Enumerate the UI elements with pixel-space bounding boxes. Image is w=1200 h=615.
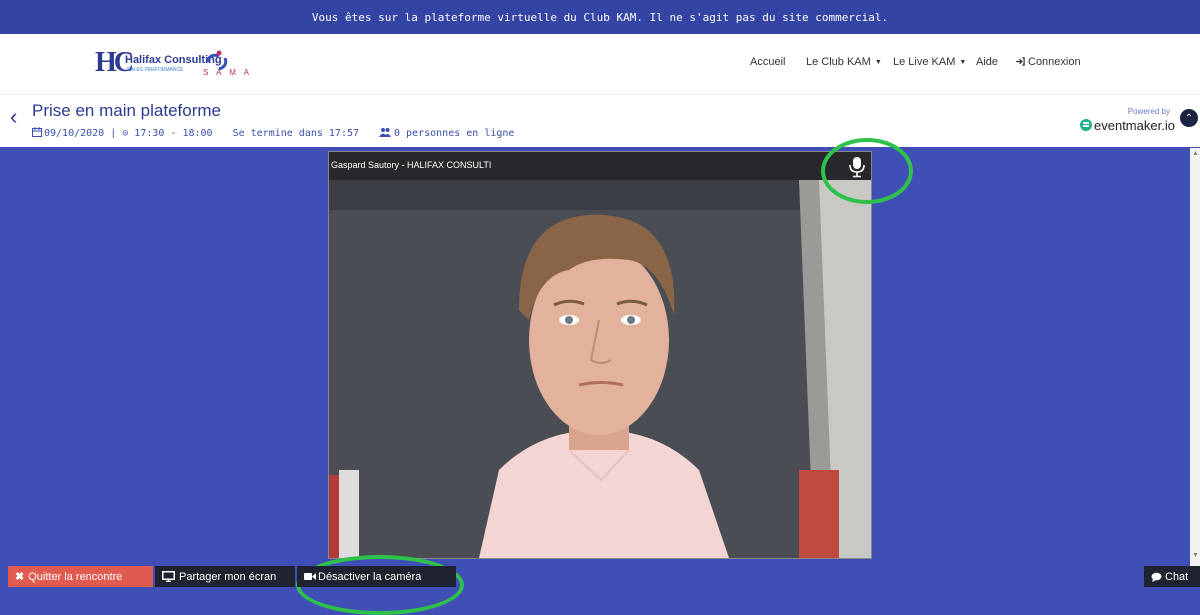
camera-feed xyxy=(329,180,871,558)
back-chevron-icon[interactable]: ‹ xyxy=(10,106,17,128)
banner-text: Vous êtes sur la plateforme virtuelle du… xyxy=(311,10,889,24)
chevron-up-icon: ⌃ xyxy=(1184,112,1194,124)
event-ends-in: Se termine dans 17:57 xyxy=(232,128,360,139)
users-icon xyxy=(379,128,392,137)
event-info-bar: ‹ Prise en main plateforme 09/10/2020 | … xyxy=(0,94,1200,147)
nav-live-kam[interactable]: Le Live KAM ▼ xyxy=(893,56,966,68)
caret-down-icon: ▼ xyxy=(874,59,882,66)
event-title: Prise en main plateforme xyxy=(32,101,221,120)
share-label: Partager mon écran xyxy=(179,570,277,583)
chat-button[interactable]: Chat xyxy=(1144,566,1200,587)
event-date-time: 09/10/2020 | ⊙ 17:30 - 18:00 xyxy=(44,128,213,139)
participant-name: Gaspard Sautory - HALIFAX CONSULTI xyxy=(331,160,492,170)
top-navbar: HC Halifax Consulting SALES PERFORMANCE … xyxy=(0,34,1200,94)
nav-help[interactable]: Aide xyxy=(976,56,998,68)
scroll-down-icon[interactable]: ▼ xyxy=(1192,552,1199,559)
online-count: 0 personnes en ligne xyxy=(394,128,515,139)
powered-label: Powered by xyxy=(1127,107,1170,116)
caret-down-icon: ▼ xyxy=(959,59,967,66)
platform-notice-banner: Vous êtes sur la plateforme virtuelle du… xyxy=(0,0,1200,34)
toggle-camera-button[interactable]: Désactiver la caméra xyxy=(297,566,456,587)
chat-bubble-icon xyxy=(1151,572,1162,582)
nav-club-kam[interactable]: Le Club KAM ▼ xyxy=(806,56,882,68)
microphone-icon[interactable] xyxy=(847,156,867,178)
camera-label: Désactiver la caméra xyxy=(318,570,422,583)
close-icon: ✖ xyxy=(15,571,25,583)
video-camera-icon xyxy=(304,573,316,580)
eventmaker-icon xyxy=(1080,119,1092,131)
nav-live-label: Le Live KAM xyxy=(893,56,956,68)
sign-in-icon xyxy=(1016,57,1025,66)
nav-club-label: Le Club KAM xyxy=(806,56,871,68)
powered-by[interactable]: Powered by eventmaker.io xyxy=(1080,107,1175,133)
quit-label: Quitter la rencontre xyxy=(28,570,123,583)
video-tile: Gaspard Sautory - HALIFAX CONSULTI xyxy=(328,151,872,559)
eventmaker-brand: eventmaker.io xyxy=(1094,118,1175,133)
eventmaker-logo: eventmaker.io xyxy=(1080,118,1175,133)
nav-login-label: Connexion xyxy=(1028,56,1081,68)
monitor-icon xyxy=(162,571,175,582)
event-meta: 09/10/2020 | ⊙ 17:30 - 18:00 Se termine d… xyxy=(32,127,514,139)
page-scrollbar[interactable]: ▲ ▼ xyxy=(1190,148,1200,566)
quit-meeting-button[interactable]: ✖ Quitter la rencontre xyxy=(8,566,153,587)
scroll-up-icon[interactable]: ▲ xyxy=(1192,150,1199,157)
video-tile-header: Gaspard Sautory - HALIFAX CONSULTI xyxy=(329,152,871,180)
calendar-icon xyxy=(32,127,42,137)
nav-home[interactable]: Accueil xyxy=(750,56,785,68)
share-screen-button[interactable]: Partager mon écran xyxy=(155,566,295,587)
nav-login[interactable]: Connexion xyxy=(1016,56,1081,68)
chat-label: Chat xyxy=(1165,570,1189,583)
collapse-button[interactable]: ⌃ xyxy=(1180,109,1198,127)
main-menu: Accueil Le Club KAM ▼ Le Live KAM ▼ Aide C… xyxy=(0,34,1200,94)
